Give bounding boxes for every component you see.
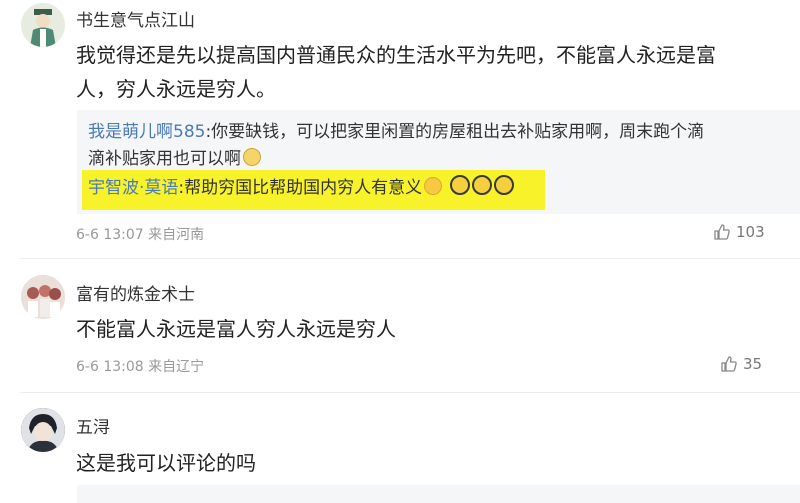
figurines-avatar-icon <box>21 275 65 319</box>
thumbs-up-icon <box>721 356 737 372</box>
dizzy-face-emoji-icon <box>424 177 443 195</box>
thumbs-up-icon <box>714 224 730 240</box>
comment-text-line-2: 人，穷人永远是穷人。 <box>76 77 276 101</box>
like-button[interactable]: 103 <box>713 223 765 241</box>
comment-text: 不能富人永远是富人穷人永远是穷人 <box>76 317 396 341</box>
shocked-face-emoji-icon <box>449 175 470 195</box>
comment-divider <box>20 392 800 393</box>
timestamp: 6-6 13:08 <box>76 359 144 375</box>
comment-text-line-1: 我觉得还是先以提高国内普通民众的生活水平为先吧，不能富人永远是富 <box>76 43 716 67</box>
username[interactable]: 富有的炼金术士 <box>76 280 195 305</box>
shocked-face-emoji-icon <box>493 175 514 195</box>
reply-username[interactable]: 我是萌儿啊585 <box>88 122 205 142</box>
anime-character-avatar-icon <box>21 408 65 452</box>
username[interactable]: 书生意气点江山 <box>76 6 195 31</box>
comment-text: 这是我可以评论的吗 <box>76 451 256 475</box>
location: 来自辽宁 <box>148 359 205 375</box>
like-count: 35 <box>743 355 763 373</box>
reply-text: :帮助穷国比帮助国内穷人有意义 <box>178 178 423 198</box>
comment-text: 我觉得还是先以提高国内普通民众的生活水平为先吧，不能富人永远是富 人，穷人永远是… <box>76 38 716 106</box>
comment-divider <box>20 258 800 259</box>
avatar-comment-1[interactable] <box>21 3 65 47</box>
reply-username[interactable]: 宇智波·莫语 <box>88 178 178 198</box>
reply-1: 我是萌儿啊585:你要缺钱，可以把家里闲置的房屋租出去补贴家用啊，周末跑个滴 滴… <box>88 119 704 173</box>
reply-container-partial <box>77 485 800 503</box>
like-count: 103 <box>736 223 765 241</box>
avatar-comment-3[interactable] <box>21 408 65 452</box>
comment-meta: 6-6 13:08 来自辽宁 <box>76 356 204 376</box>
like-button[interactable]: 35 <box>720 355 762 373</box>
reply-2: 宇智波·莫语:帮助穷国比帮助国内穷人有意义 <box>88 175 514 202</box>
location: 来自河南 <box>148 227 205 243</box>
reply-text-continued: 滴补贴家用也可以啊 <box>88 149 241 169</box>
username[interactable]: 五浔 <box>76 413 110 438</box>
reply-text: :你要缺钱，可以把家里闲置的房屋租出去补贴家用啊，周末跑个滴 <box>205 122 705 142</box>
avatar-comment-2[interactable] <box>21 275 65 319</box>
emoji-icon <box>243 148 261 166</box>
shocked-face-emoji-icon <box>471 175 492 195</box>
comment-meta: 6-6 13:07 来自河南 <box>76 224 204 244</box>
timestamp: 6-6 13:07 <box>76 227 144 243</box>
scholar-avatar-icon <box>21 3 65 47</box>
